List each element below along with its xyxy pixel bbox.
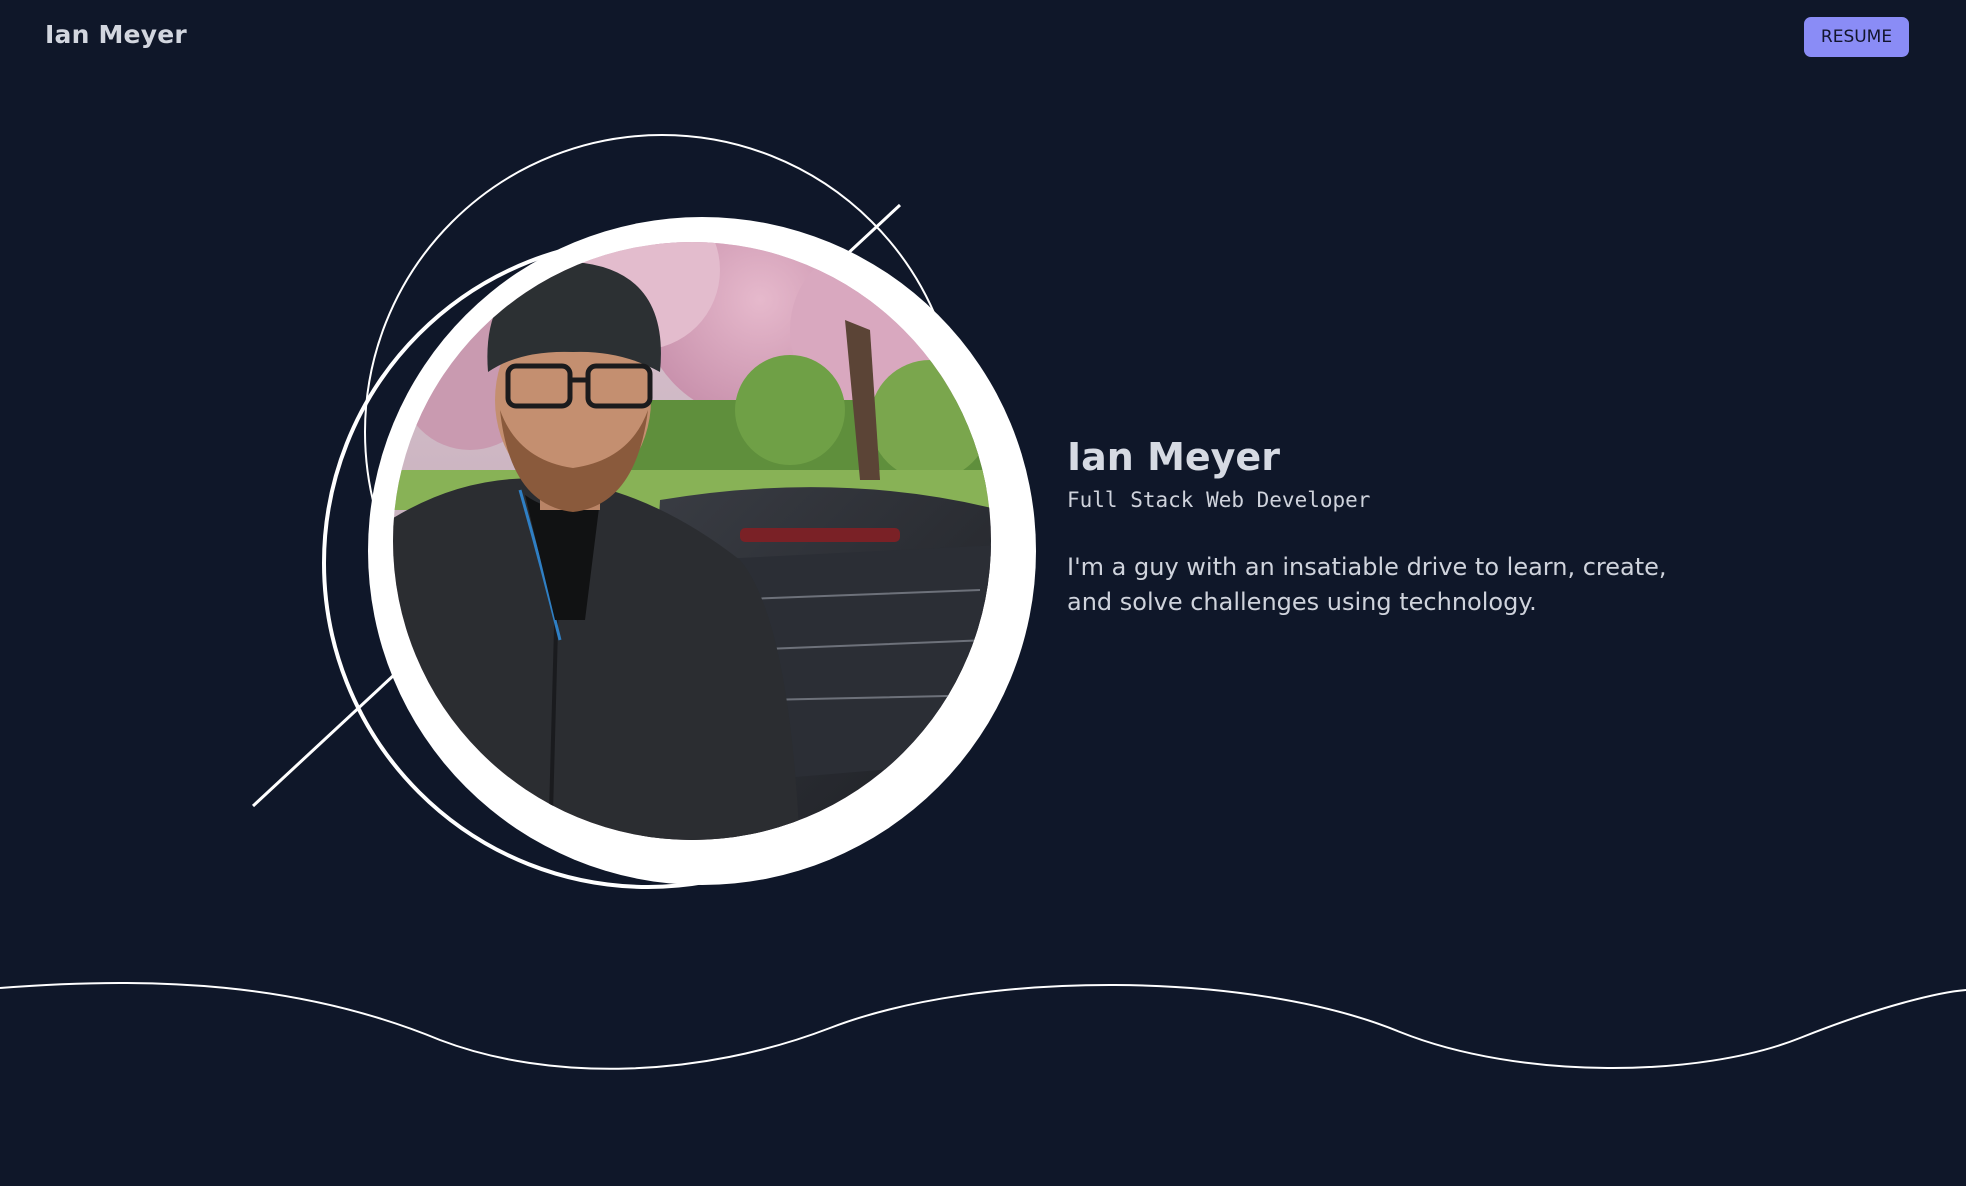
hero-name: Ian Meyer [1067,435,1280,479]
hero-role: Full Stack Web Developer [1067,488,1371,512]
wave-divider [0,981,1966,1070]
orbit-dot-decoration [635,851,657,873]
page: Ian Meyer RESUME Ian Meyer Full Stack We… [0,0,1966,1186]
hero-bio: I'm a guy with an insatiable drive to le… [1067,553,1667,616]
hero-text-block: Ian Meyer Full Stack Web Developer I'm a… [1067,434,1707,620]
